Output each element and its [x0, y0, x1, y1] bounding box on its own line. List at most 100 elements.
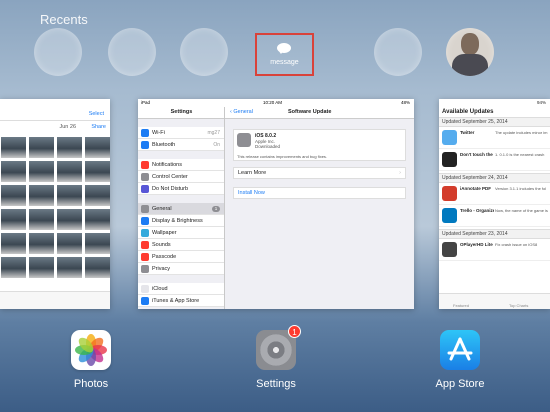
- settings-row-icon: [141, 129, 149, 137]
- available-updates-heading: Available Updates: [442, 109, 494, 115]
- install-now-button[interactable]: Install Now: [233, 187, 406, 199]
- photo-thumbnail[interactable]: [1, 233, 26, 254]
- settings-row[interactable]: General 1: [138, 203, 224, 215]
- settings-row[interactable]: Display & Brightness: [138, 215, 224, 227]
- settings-row-label: Wallpaper: [152, 230, 177, 236]
- settings-row[interactable]: Privacy: [138, 263, 224, 275]
- settings-row-icon: [141, 185, 149, 193]
- settings-row-label: Control Center: [152, 174, 188, 180]
- app-update-row[interactable]: Trello - Organize AnythingNow, the name …: [439, 205, 550, 227]
- learn-more-label: Learn More: [238, 170, 267, 176]
- settings-row[interactable]: Wallpaper: [138, 227, 224, 239]
- settings-row[interactable]: Bluetooth On: [138, 139, 224, 151]
- contact-avatar[interactable]: [34, 28, 82, 76]
- photos-app-button[interactable]: Photos: [69, 330, 113, 390]
- software-update-pane: iOS 8.0.2 Apple Inc. Downloaded This rel…: [225, 119, 414, 309]
- photos-subheader: Jun 26 Share: [0, 121, 110, 135]
- photo-thumbnail[interactable]: [1, 209, 26, 230]
- settings-row-icon: [141, 173, 149, 181]
- photo-thumbnail[interactable]: [85, 209, 110, 230]
- settings-row[interactable]: Wi-Fi mg27: [138, 127, 224, 139]
- photo-thumbnail[interactable]: [57, 257, 82, 278]
- person-face-icon: [461, 33, 479, 55]
- appstore-app-label: App Store: [435, 378, 485, 390]
- software-update-title: Software Update: [288, 109, 332, 115]
- settings-app-button[interactable]: 1 Settings: [254, 325, 301, 390]
- photo-thumbnail[interactable]: [85, 233, 110, 254]
- contact-avatar[interactable]: [108, 28, 156, 76]
- update-status: Downloaded: [255, 144, 281, 149]
- photo-thumbnail[interactable]: [57, 161, 82, 182]
- photo-thumbnail[interactable]: [57, 137, 82, 158]
- appstore-app-card[interactable]: 94% Available Updates Updated September …: [439, 99, 550, 309]
- app-update-row[interactable]: Don't touch the white tile1. 0.1.0 is th…: [439, 149, 550, 171]
- settings-row[interactable]: Do Not Disturb: [138, 183, 224, 195]
- settings-row[interactable]: Passcode: [138, 251, 224, 263]
- app-icon: [442, 186, 457, 201]
- contact-avatar[interactable]: [374, 28, 422, 76]
- settings-row-label: Privacy: [152, 266, 171, 272]
- photo-thumbnail[interactable]: [1, 185, 26, 206]
- photo-thumbnail[interactable]: [1, 137, 26, 158]
- photo-thumbnail[interactable]: [85, 185, 110, 206]
- tab-top-charts[interactable]: Top Charts: [509, 303, 528, 308]
- photos-tab-bar: [0, 291, 110, 309]
- message-contact-highlight[interactable]: message: [255, 33, 314, 76]
- update-section-header: Updated September 23, 2014: [439, 229, 550, 239]
- status-bar: iPad 10:20 AM 48%: [138, 99, 414, 107]
- app-name: Trello - Organize Anything: [460, 208, 494, 213]
- update-note: This release contains improvements and b…: [237, 154, 328, 159]
- settings-row-label: Passcode: [152, 254, 177, 260]
- settings-gear-icon: [237, 133, 251, 147]
- photo-thumbnail[interactable]: [29, 161, 54, 182]
- photos-app-card[interactable]: Select Jun 26 Share: [0, 99, 110, 309]
- photo-thumbnail[interactable]: [1, 257, 26, 278]
- settings-row-icon: [141, 285, 149, 293]
- updates-list: Updated September 25, 2014 Twitter The upd…: [439, 117, 550, 261]
- settings-row[interactable]: iTunes & App Store: [138, 295, 224, 307]
- photo-thumbnail[interactable]: [57, 209, 82, 230]
- update-info-box: iOS 8.0.2 Apple Inc. Downloaded This rel…: [233, 129, 406, 161]
- settings-row-icon: [141, 217, 149, 225]
- settings-row-value: On: [213, 142, 220, 148]
- app-update-row[interactable]: iAnnotate PDF Version 3.1.1 includes the …: [439, 183, 550, 205]
- learn-more-row[interactable]: Learn More ›: [233, 167, 406, 179]
- settings-row[interactable]: Sounds: [138, 239, 224, 251]
- appstore-app-button[interactable]: App Store: [436, 330, 484, 390]
- notification-badge: 1: [288, 325, 301, 338]
- share-button[interactable]: Share: [91, 124, 106, 130]
- update-count-badge: 1: [212, 206, 220, 212]
- photo-thumbnail[interactable]: [29, 233, 54, 254]
- back-general-button[interactable]: ‹ General: [230, 109, 253, 115]
- list-group-gap: [138, 195, 224, 203]
- update-section-header: Updated September 24, 2014: [439, 173, 550, 183]
- photo-thumbnail[interactable]: [85, 137, 110, 158]
- settings-row[interactable]: iCloud: [138, 283, 224, 295]
- battery-level: 94%: [536, 100, 546, 105]
- list-group-gap: [138, 119, 224, 127]
- settings-app-label: Settings: [256, 378, 296, 390]
- contact-photo-avatar[interactable]: [446, 28, 494, 76]
- settings-row-value: mg27: [207, 130, 220, 136]
- select-button[interactable]: Select: [89, 111, 104, 117]
- photo-thumbnail[interactable]: [57, 185, 82, 206]
- photo-thumbnail[interactable]: [29, 257, 54, 278]
- photo-thumbnail[interactable]: [29, 185, 54, 206]
- device-label: iPad: [141, 100, 151, 105]
- app-update-row[interactable]: Twitter The update includes minor im: [439, 127, 550, 149]
- tab-featured[interactable]: Featured: [453, 303, 469, 308]
- settings-row[interactable]: Control Center: [138, 171, 224, 183]
- app-update-row[interactable]: OPlayerHD Lite Fix crash issue on iOS8: [439, 239, 550, 261]
- contact-avatar[interactable]: [180, 28, 228, 76]
- photo-thumbnail[interactable]: [57, 233, 82, 254]
- photo-thumbnail[interactable]: [1, 161, 26, 182]
- settings-row[interactable]: Notifications: [138, 159, 224, 171]
- settings-row-icon: [141, 297, 149, 305]
- photo-thumbnail[interactable]: [29, 209, 54, 230]
- photo-thumbnail[interactable]: [85, 161, 110, 182]
- settings-row-label: Display & Brightness: [152, 218, 203, 224]
- photo-thumbnail[interactable]: [85, 257, 110, 278]
- photo-thumbnail[interactable]: [29, 137, 54, 158]
- settings-app-card[interactable]: iPad 10:20 AM 48% Settings ‹ General Sof…: [138, 99, 414, 309]
- app-update-notes: Fix crash issue on iOS8: [495, 242, 538, 247]
